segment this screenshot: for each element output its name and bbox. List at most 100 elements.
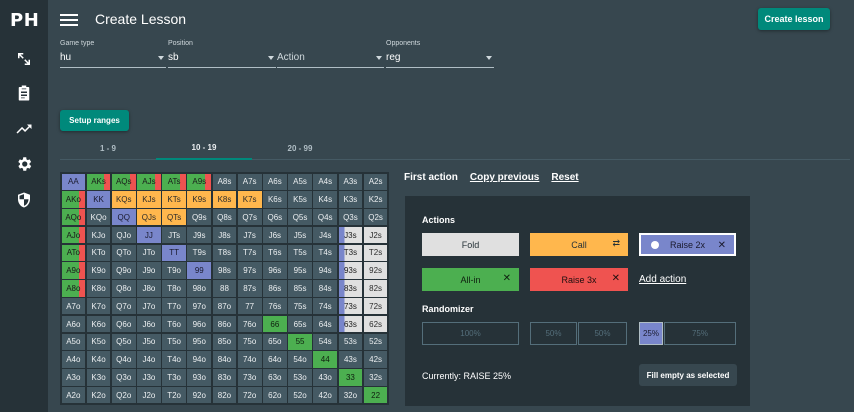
- hand-cell[interactable]: Q6o: [111, 315, 136, 333]
- hand-cell[interactable]: 93s: [338, 262, 363, 279]
- raise-2x-button[interactable]: Raise 2x ✕: [639, 233, 736, 256]
- hand-cell[interactable]: T8s: [212, 244, 237, 261]
- hand-cell[interactable]: 62s: [363, 315, 388, 333]
- hand-cell[interactable]: 95o: [187, 333, 212, 350]
- tab-10-19[interactable]: 10 - 19: [156, 136, 252, 160]
- hand-cell[interactable]: T3s: [338, 244, 363, 261]
- hand-cell[interactable]: 95s: [288, 262, 312, 279]
- hand-cell[interactable]: 73o: [237, 369, 262, 386]
- hand-cell[interactable]: A4o: [61, 351, 86, 368]
- randomizer-50b[interactable]: 50%: [578, 322, 627, 345]
- hand-cell[interactable]: K9s: [187, 191, 212, 208]
- hand-cell[interactable]: 84o: [212, 351, 237, 368]
- hand-cell[interactable]: J7o: [137, 298, 161, 315]
- hand-cell[interactable]: JTo: [137, 244, 161, 261]
- hand-cell[interactable]: J3o: [137, 369, 161, 386]
- hand-cell[interactable]: T8o: [162, 280, 186, 297]
- hand-cell[interactable]: A7o: [61, 298, 86, 315]
- hand-cell[interactable]: 74o: [237, 351, 262, 368]
- hand-cell[interactable]: K5s: [288, 191, 312, 208]
- hand-cell[interactable]: JJ: [137, 226, 161, 244]
- hand-cell[interactable]: QTo: [111, 244, 136, 261]
- hand-cell[interactable]: QQ: [111, 209, 136, 226]
- hand-cell[interactable]: T7s: [237, 244, 262, 261]
- hand-cell[interactable]: 66: [263, 315, 287, 333]
- hand-cell[interactable]: 92o: [187, 387, 212, 404]
- trending-up-icon[interactable]: [13, 118, 35, 140]
- hand-cell[interactable]: T4o: [162, 351, 186, 368]
- hand-cell[interactable]: 76s: [263, 298, 287, 315]
- close-icon[interactable]: ✕: [612, 273, 620, 284]
- randomizer-50a[interactable]: 50%: [530, 322, 577, 345]
- hand-cell[interactable]: 85o: [212, 333, 237, 350]
- hand-cell[interactable]: 52o: [288, 387, 312, 404]
- hand-cell[interactable]: J4o: [137, 351, 161, 368]
- hand-cell[interactable]: 22: [363, 387, 388, 404]
- hand-cell[interactable]: 54s: [313, 333, 338, 350]
- randomizer-75[interactable]: 75%: [664, 322, 736, 345]
- hand-cell[interactable]: KTo: [86, 244, 111, 261]
- hand-cell[interactable]: 54o: [288, 351, 312, 368]
- hand-cell[interactable]: K6o: [86, 315, 111, 333]
- hand-cell[interactable]: AKo: [61, 191, 86, 208]
- hand-cell[interactable]: J2s: [363, 226, 388, 244]
- hand-cell[interactable]: 87s: [237, 280, 262, 297]
- menu-icon[interactable]: [60, 11, 78, 27]
- hand-cell[interactable]: 97s: [237, 262, 262, 279]
- hand-cell[interactable]: 83s: [338, 280, 363, 297]
- hand-cell[interactable]: Q2s: [363, 209, 388, 226]
- hand-cell[interactable]: Q5o: [111, 333, 136, 350]
- hand-cell[interactable]: 97o: [187, 298, 212, 315]
- hand-cell[interactable]: A6o: [61, 315, 86, 333]
- fold-button[interactable]: Fold: [422, 233, 519, 256]
- hand-cell[interactable]: 63s: [338, 315, 363, 333]
- hand-cell[interactable]: 76o: [237, 315, 262, 333]
- hand-cell[interactable]: K8s: [212, 191, 237, 208]
- hand-cell[interactable]: 96s: [263, 262, 287, 279]
- hand-cell[interactable]: 44: [313, 351, 338, 368]
- hand-cell[interactable]: 96o: [187, 315, 212, 333]
- hand-cell[interactable]: JTs: [162, 226, 186, 244]
- hand-cell[interactable]: 32o: [338, 387, 363, 404]
- gear-icon[interactable]: [13, 153, 35, 175]
- hand-cell[interactable]: Q2o: [111, 387, 136, 404]
- hand-cell[interactable]: A9o: [61, 262, 86, 279]
- app-logo[interactable]: PH: [10, 10, 39, 31]
- hand-cell[interactable]: 33: [338, 369, 363, 386]
- hand-cell[interactable]: 32s: [363, 369, 388, 386]
- hand-cell[interactable]: KJs: [137, 191, 161, 208]
- tab-1-9[interactable]: 1 - 9: [60, 136, 156, 160]
- hand-cell[interactable]: AA: [61, 173, 86, 190]
- hand-cell[interactable]: J9s: [187, 226, 212, 244]
- fill-empty-button[interactable]: Fill empty as selected: [639, 364, 737, 386]
- hand-cell[interactable]: 99: [187, 262, 212, 279]
- hand-cell[interactable]: Q9s: [187, 209, 212, 226]
- hand-cell[interactable]: K4s: [313, 191, 338, 208]
- hand-cell[interactable]: Q4o: [111, 351, 136, 368]
- hand-cell[interactable]: A4s: [313, 173, 338, 190]
- hand-cell[interactable]: 92s: [363, 262, 388, 279]
- hand-cell[interactable]: Q9o: [111, 262, 136, 279]
- position-select[interactable]: Position sb: [168, 40, 276, 70]
- hand-cell[interactable]: KK: [86, 191, 111, 208]
- hand-cell[interactable]: 98o: [187, 280, 212, 297]
- hand-cell[interactable]: A8o: [61, 280, 86, 297]
- hand-cell[interactable]: Q7o: [111, 298, 136, 315]
- close-icon[interactable]: ✕: [503, 273, 511, 284]
- hand-cell[interactable]: 42s: [363, 351, 388, 368]
- hand-cell[interactable]: AKs: [86, 173, 111, 190]
- hand-cell[interactable]: AQo: [61, 209, 86, 226]
- hand-cell[interactable]: A2s: [363, 173, 388, 190]
- hand-cell[interactable]: AJo: [61, 226, 86, 244]
- hand-cell[interactable]: 87o: [212, 298, 237, 315]
- hand-cell[interactable]: 55: [288, 333, 312, 350]
- hand-cell[interactable]: 65o: [263, 333, 287, 350]
- hand-cell[interactable]: A5o: [61, 333, 86, 350]
- hand-cell[interactable]: ATo: [61, 244, 86, 261]
- hand-cell[interactable]: Q6s: [263, 209, 287, 226]
- hand-cell[interactable]: TT: [162, 244, 186, 261]
- hand-cell[interactable]: A8s: [212, 173, 237, 190]
- hand-cell[interactable]: T5s: [288, 244, 312, 261]
- hand-cell[interactable]: T6o: [162, 315, 186, 333]
- hand-cell[interactable]: Q3s: [338, 209, 363, 226]
